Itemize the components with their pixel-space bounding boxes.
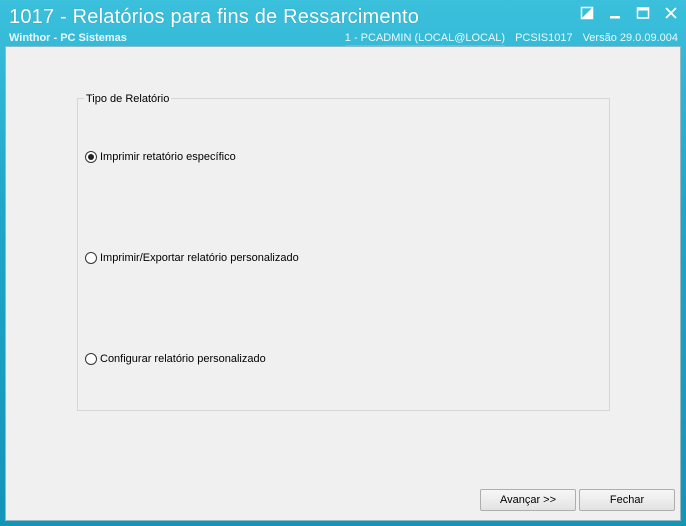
- restore-icon[interactable]: [580, 6, 594, 20]
- session-user: 1 - PCADMIN (LOCAL@LOCAL): [344, 32, 506, 47]
- client-area: Tipo de Relatório Imprimir retatório esp…: [5, 46, 681, 521]
- radio-checked-icon[interactable]: [85, 151, 97, 163]
- window-controls: [580, 6, 678, 20]
- minimize-icon[interactable]: [608, 6, 622, 20]
- maximize-icon[interactable]: [636, 6, 650, 20]
- version-label: Versão 29.0.09.004: [582, 32, 678, 44]
- group-legend: Tipo de Relatório: [84, 93, 172, 105]
- radio-unchecked-icon[interactable]: [85, 252, 97, 264]
- option-label: Configurar relatório personalizado: [100, 353, 266, 365]
- window-subtitle: Winthor - PC Sistemas: [9, 32, 127, 44]
- option-configure-custom-report[interactable]: Configurar relatório personalizado: [85, 353, 266, 365]
- next-button[interactable]: Avançar >>: [480, 489, 576, 511]
- option-specific-report[interactable]: Imprimir retatório específico: [85, 151, 236, 163]
- window-title: 1017 - Relatórios para fins de Ressarcim…: [9, 6, 420, 28]
- app-window: 1017 - Relatórios para fins de Ressarcim…: [0, 0, 686, 526]
- close-icon[interactable]: [664, 6, 678, 20]
- radio-unchecked-icon[interactable]: [85, 353, 97, 365]
- option-export-custom-report[interactable]: Imprimir/Exportar relatório personalizad…: [85, 252, 299, 264]
- session-info: 1 - PCADMIN (LOCAL@LOCAL) PCSIS1017 Vers…: [344, 32, 678, 47]
- option-label: Imprimir retatório específico: [100, 151, 236, 163]
- close-button[interactable]: Fechar: [579, 489, 675, 511]
- option-label: Imprimir/Exportar relatório personalizad…: [100, 252, 299, 264]
- program-code: PCSIS1017: [515, 32, 573, 44]
- report-type-group: Tipo de Relatório Imprimir retatório esp…: [77, 93, 610, 411]
